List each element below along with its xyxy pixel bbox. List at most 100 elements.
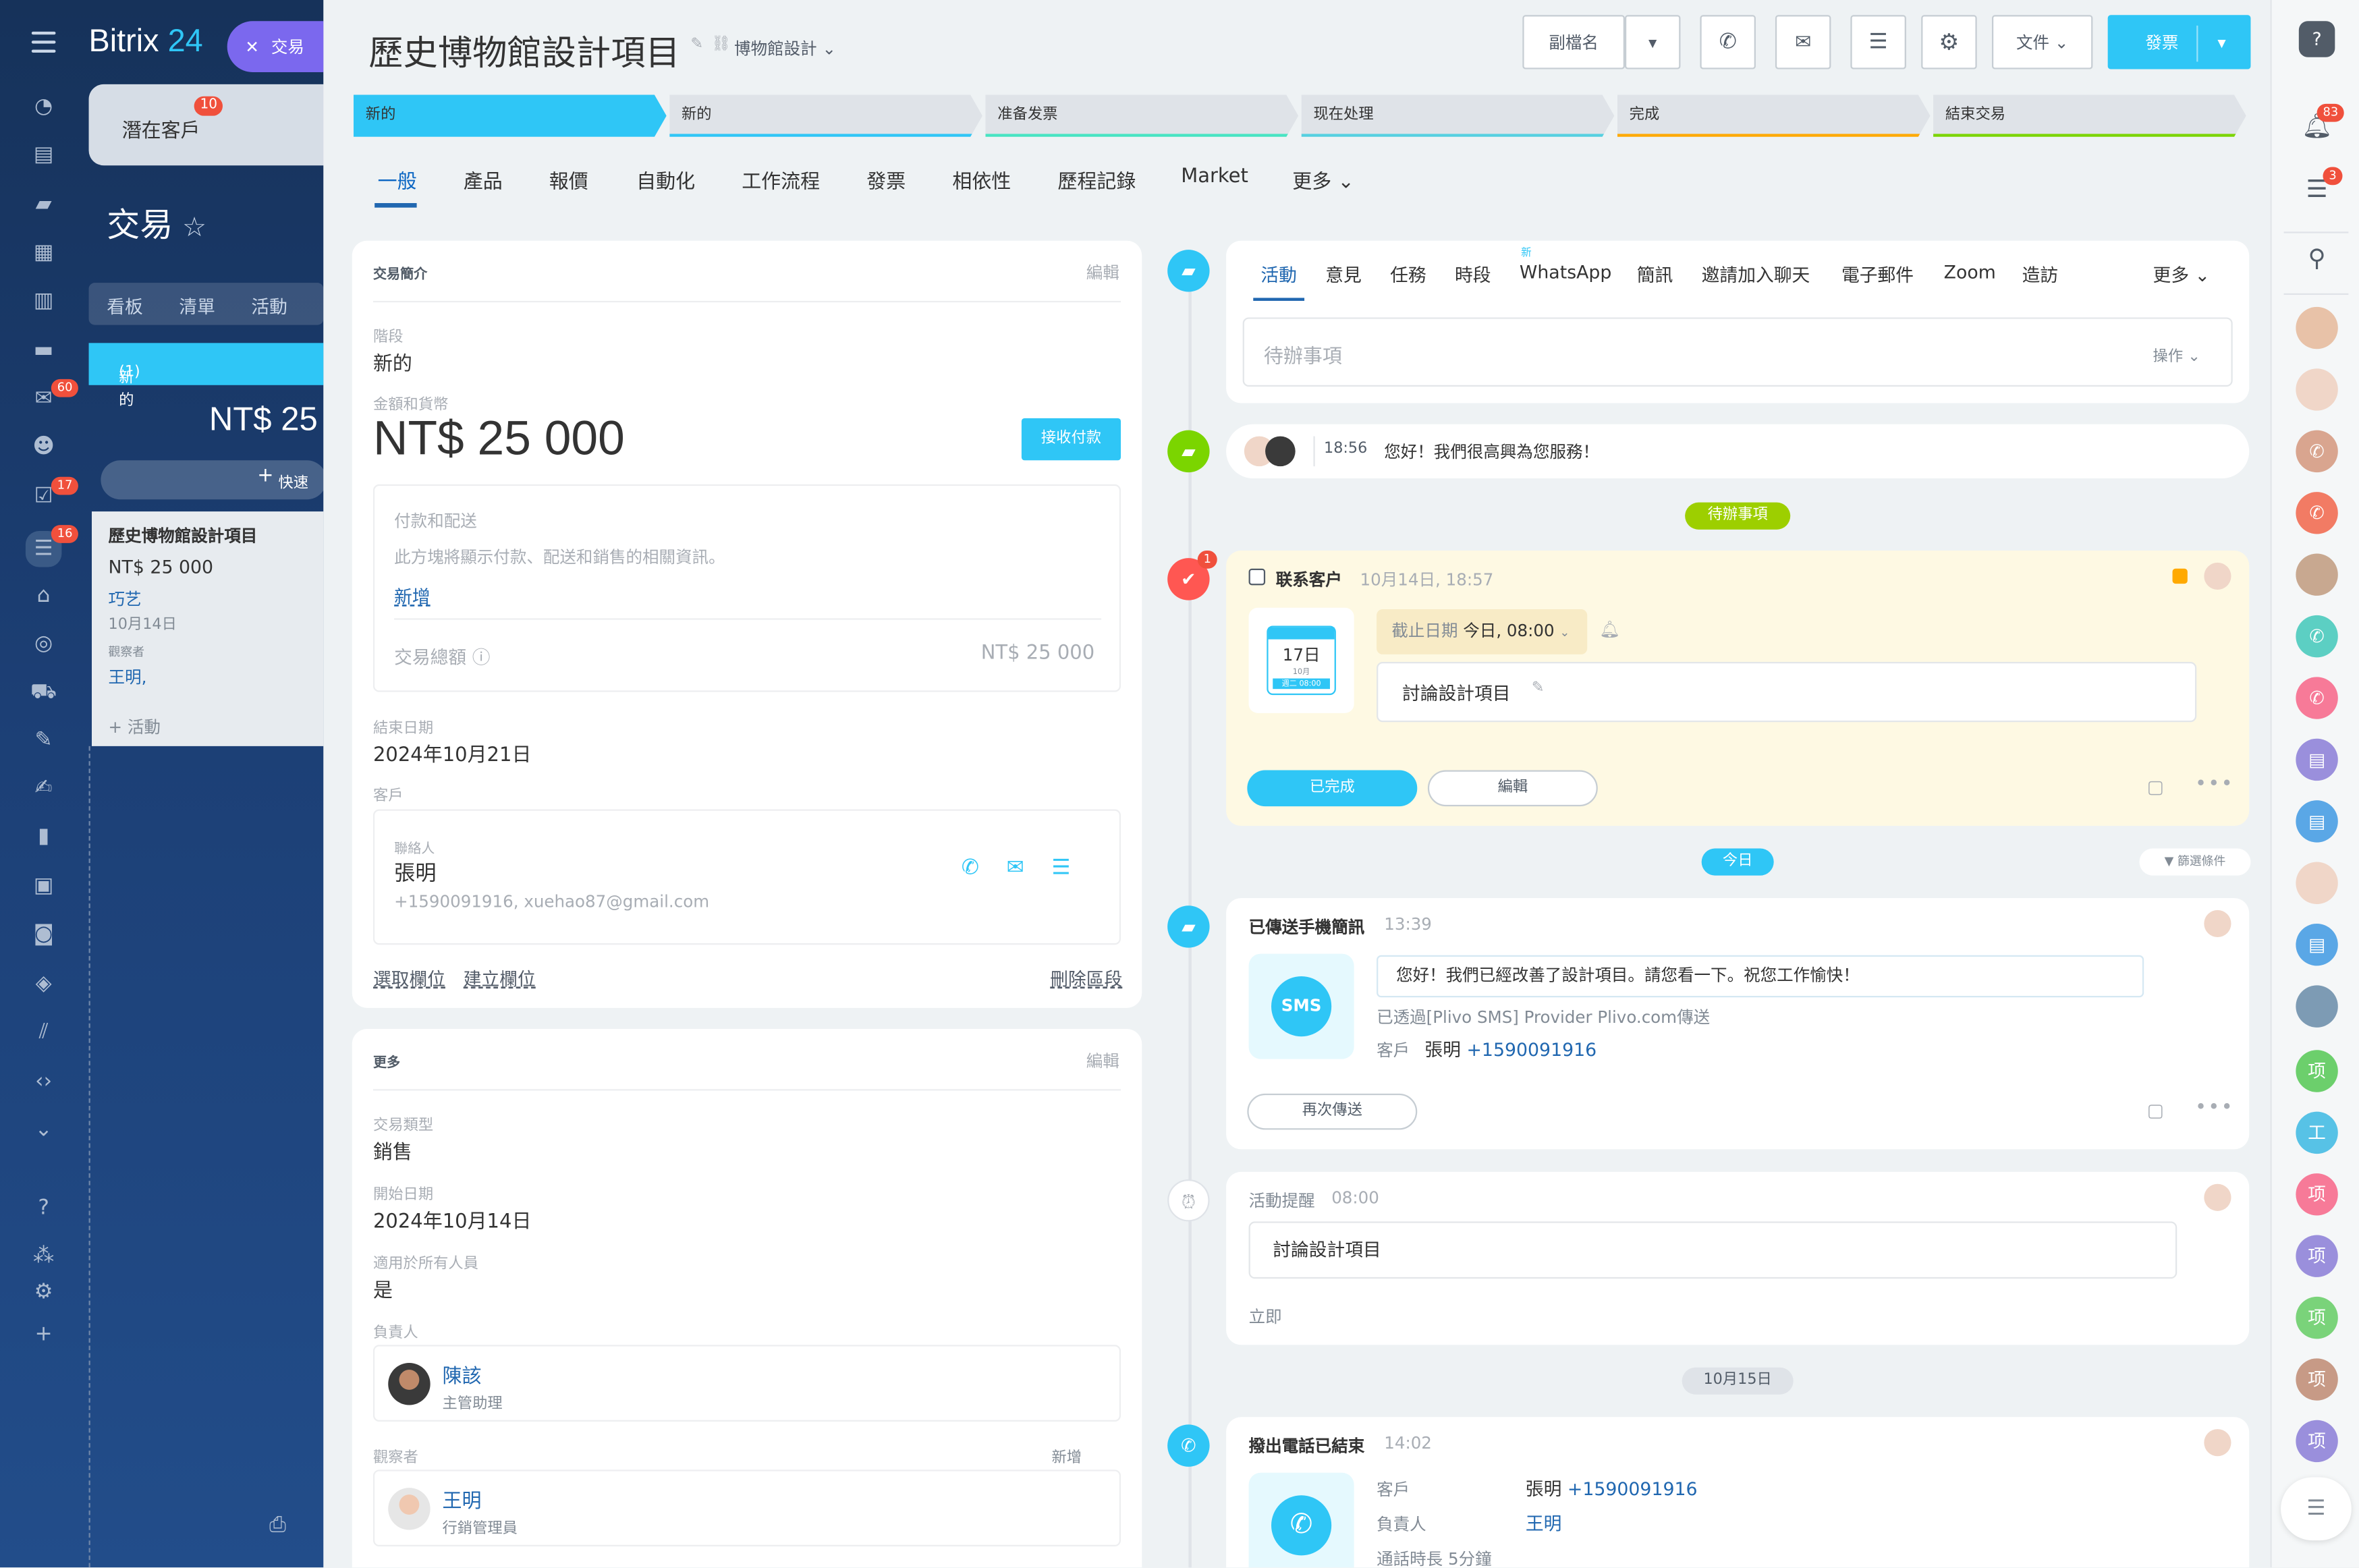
avatar[interactable]: [388, 1363, 431, 1405]
task-edit-button[interactable]: 編輯: [1427, 770, 1598, 807]
sitemap-icon[interactable]: ⁂: [30, 1243, 57, 1270]
note-icon[interactable]: ▢: [2147, 1100, 2164, 1121]
deal-type-value[interactable]: 銷售: [373, 1136, 412, 1164]
feed-icon[interactable]: ◔: [30, 93, 57, 120]
tab-dependencies[interactable]: 相依性: [952, 165, 1011, 194]
star-icon[interactable]: ☆: [182, 212, 206, 242]
project-avatar[interactable]: 项: [2296, 1296, 2338, 1339]
avatar[interactable]: [2204, 1183, 2231, 1211]
list-icon[interactable]: ☰: [2281, 1477, 2352, 1541]
more-options-icon[interactable]: •••: [2195, 1096, 2234, 1119]
project-avatar[interactable]: 项: [2296, 1420, 2338, 1463]
tl-tab-visit[interactable]: 造訪: [2022, 262, 2059, 287]
tl-tab-task[interactable]: 任務: [1390, 262, 1426, 287]
payment-add-link[interactable]: 新增: [394, 584, 431, 609]
documents-icon[interactable]: ▥: [30, 287, 57, 314]
tab-activity[interactable]: 活動: [251, 293, 287, 319]
avatar[interactable]: [2296, 306, 2338, 349]
observer-name[interactable]: 王明: [443, 1485, 482, 1513]
box-icon[interactable]: ◈: [30, 970, 57, 997]
project-avatar[interactable]: 项: [2296, 1050, 2338, 1092]
chat-button[interactable]: ☰: [1850, 15, 1906, 69]
edit-doc-icon[interactable]: ✎: [30, 727, 57, 754]
code-icon[interactable]: ‹›: [30, 1068, 57, 1095]
todo-input[interactable]: 待辦事項 操作 ⌄: [1242, 317, 2233, 387]
phone-button[interactable]: ✆: [1700, 15, 1756, 69]
tl-tab-activity[interactable]: 活動: [1260, 262, 1297, 287]
menu-icon[interactable]: [31, 31, 56, 53]
tl-tab-sms[interactable]: 簡訊: [1637, 262, 1673, 287]
stripes-icon[interactable]: ⫽: [30, 1018, 57, 1045]
settings-button[interactable]: ⚙: [1921, 15, 1977, 69]
tl-tab-zoom[interactable]: Zoom: [1944, 262, 1996, 283]
delete-section-link[interactable]: 刪除區段: [1050, 965, 1122, 991]
tl-tab-email[interactable]: 電子郵件: [1841, 262, 1914, 287]
target-icon[interactable]: ◎: [30, 630, 57, 657]
tab-history[interactable]: 歷程記錄: [1057, 165, 1136, 194]
project-avatar[interactable]: 项: [2296, 1358, 2338, 1401]
call-client[interactable]: 張明 +1590091916: [1526, 1476, 1698, 1501]
analytics-icon[interactable]: ▮: [30, 823, 57, 850]
close-icon[interactable]: ✕: [245, 37, 259, 57]
stage-value[interactable]: 新的: [373, 347, 412, 376]
start-date-value[interactable]: 2024年10月14日: [373, 1205, 531, 1233]
bell-icon[interactable]: 🔔︎: [1599, 620, 1620, 640]
quick-add-button[interactable]: + 快速: [101, 460, 327, 500]
call-responsible[interactable]: 王明: [1526, 1511, 1562, 1536]
tab-general[interactable]: 一般: [378, 165, 417, 194]
task-text-box[interactable]: 討論設計項目 ✎: [1377, 662, 2197, 723]
tl-tab-comment[interactable]: 意見: [1325, 262, 1362, 287]
sms-client[interactable]: 張明 +1590091916: [1424, 1036, 1597, 1062]
robot-icon[interactable]: ◙: [30, 921, 57, 948]
tab-more[interactable]: 更多 ⌄: [1292, 165, 1354, 194]
phone-contact-icon[interactable]: ✆: [2296, 430, 2338, 473]
document-button[interactable]: 文件 ⌄: [1991, 15, 2093, 69]
search-icon[interactable]: ⚲: [2296, 237, 2337, 279]
add-icon[interactable]: +: [30, 1321, 57, 1348]
drive-icon[interactable]: ▬: [30, 337, 57, 364]
calendar-icon[interactable]: ▦: [30, 240, 57, 267]
invoice-button[interactable]: 發票 ▾: [2107, 15, 2251, 69]
tab-list[interactable]: 清單: [179, 293, 215, 319]
observer-add-link[interactable]: 新增: [1051, 1444, 1082, 1467]
link-icon[interactable]: ⛓: [712, 36, 731, 53]
brand-logo[interactable]: Bitrix 24: [89, 24, 203, 61]
help-icon[interactable]: ?: [2298, 21, 2335, 57]
tl-tab-invite-chat[interactable]: 邀請加入聊天: [1702, 262, 1810, 287]
more-options-icon[interactable]: •••: [2195, 773, 2234, 795]
contact-card-icon[interactable]: ▤: [2296, 738, 2338, 781]
stage-processing[interactable]: 现在处理: [1302, 94, 1615, 136]
stage-complete[interactable]: 完成: [1617, 94, 1931, 136]
tasks-icon[interactable]: ▤: [30, 142, 57, 169]
mail-icon[interactable]: ✉: [1007, 856, 1024, 880]
stage-prepare-invoice[interactable]: 准备发票: [985, 94, 1298, 136]
avatar[interactable]: [388, 1488, 431, 1530]
summary-edit-link[interactable]: 編輯: [1086, 260, 1119, 285]
bank-icon[interactable]: ⌂: [30, 582, 57, 609]
settings-icon[interactable]: ⚙: [30, 1279, 57, 1306]
task-checkbox[interactable]: [1248, 568, 1266, 586]
pencil-icon[interactable]: ✎: [1532, 680, 1545, 697]
deadline-selector[interactable]: 截止日期 今日, 08:00 ⌄: [1377, 609, 1588, 654]
select-field-link[interactable]: 選取欄位: [373, 965, 445, 991]
resend-button[interactable]: 再次傳送: [1247, 1093, 1418, 1130]
avatar[interactable]: [2296, 985, 2338, 1028]
project-avatar[interactable]: 工: [2296, 1111, 2338, 1154]
stage-new-2[interactable]: 新的: [669, 94, 982, 136]
contact-center-icon[interactable]: ▣: [30, 872, 57, 899]
chat-icon[interactable]: ☰: [1051, 856, 1070, 880]
email-button[interactable]: ✉: [1775, 15, 1831, 69]
stage-new[interactable]: 新的: [354, 94, 667, 136]
cart-icon[interactable]: ⛟: [30, 679, 57, 706]
rename-button[interactable]: 副檔名: [1522, 15, 1625, 69]
avatar[interactable]: [2296, 862, 2338, 904]
flag-icon[interactable]: [2172, 568, 2188, 584]
done-button[interactable]: 已完成: [1247, 770, 1418, 807]
help-icon[interactable]: ⓘ: [472, 647, 491, 668]
tab-board[interactable]: 看板: [107, 293, 143, 319]
project-avatar[interactable]: 项: [2296, 1235, 2338, 1277]
tab-market[interactable]: Market: [1181, 165, 1248, 188]
actions-dropdown[interactable]: 操作 ⌄: [2153, 343, 2200, 366]
note-icon[interactable]: ▢: [2147, 776, 2164, 797]
tab-automation[interactable]: 自動化: [636, 165, 695, 194]
